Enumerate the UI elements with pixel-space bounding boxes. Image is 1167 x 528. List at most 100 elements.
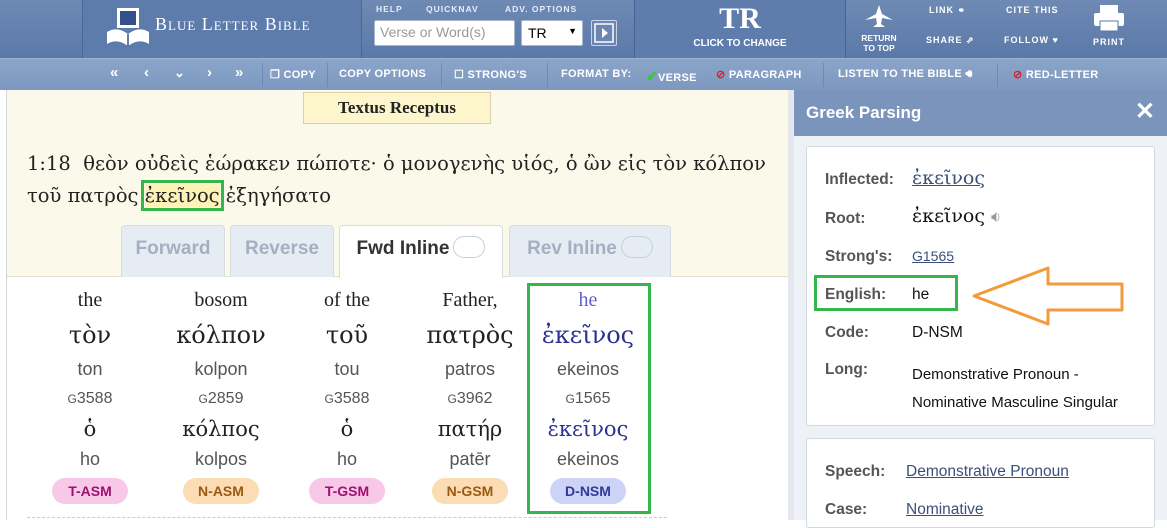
search-input[interactable]: Verse or Word(s) — [374, 20, 515, 46]
go-button[interactable] — [591, 20, 617, 46]
return-label: RETURN — [861, 33, 897, 43]
share-button[interactable]: SHARE ⇗ — [926, 35, 975, 46]
copy-button[interactable]: ❐ COPY — [270, 68, 316, 81]
word-strongs[interactable]: G3962 — [410, 384, 530, 413]
help-link[interactable]: HELP — [376, 4, 403, 14]
parsing-code-badge[interactable]: N-ASM — [183, 478, 259, 504]
listen-label: LISTEN TO THE BIBLE — [838, 68, 963, 80]
change-translation-button[interactable]: TR CLICK TO CHANGE — [634, 0, 846, 58]
link-label: LINK — [929, 5, 954, 15]
tab-reverse[interactable]: Reverse — [230, 225, 334, 277]
strongs-link[interactable]: G1565 — [912, 248, 954, 264]
strongs-value: G1565 — [912, 248, 954, 264]
speech-link[interactable]: Demonstrative Pronoun — [906, 463, 1069, 480]
bible-logo-icon — [107, 8, 149, 46]
word-root[interactable]: ὁ — [287, 413, 407, 445]
to-top-label: TO TOP — [863, 43, 895, 53]
follow-button[interactable]: FOLLOW ♥ — [1004, 35, 1059, 45]
english-highlight-box — [814, 275, 958, 311]
tab-rev-inline-label: Rev Inline — [527, 238, 617, 259]
adv-options-link[interactable]: ADV. OPTIONS — [505, 4, 577, 14]
word-column[interactable]: bosom κόλπον kolpon G2859 κόλπος kolpos N-ASM — [161, 285, 281, 504]
click-to-change-label: CLICK TO CHANGE — [693, 38, 787, 49]
quicknav-link[interactable]: QUICKNAV — [426, 4, 479, 14]
strongs-toggle[interactable]: ☐ STRONG'S — [454, 68, 527, 81]
copy-options-button[interactable]: COPY OPTIONS — [339, 68, 426, 80]
parsing-code-badge[interactable]: N-GSM — [432, 478, 508, 504]
verse-reference[interactable]: 1:18 — [27, 152, 71, 175]
long-value-line-2: Nominative Masculine Singular — [912, 394, 1118, 411]
cite-this-button[interactable]: CITE THIS — [1006, 5, 1059, 15]
word-transliteration: ton — [77, 359, 103, 379]
panel-header: Greek Parsing ✕ — [794, 90, 1167, 136]
word-root-transliteration: ho — [79, 449, 101, 469]
close-icon[interactable]: ✕ — [1135, 100, 1155, 124]
strongs-number: 3588 — [76, 390, 113, 407]
highlighted-word[interactable]: ἐκεῖνος — [140, 180, 224, 211]
format-paragraph-option[interactable]: ⊘ PARAGRAPH — [716, 68, 802, 81]
site-logo[interactable]: Blue Letter Bible — [82, 0, 362, 58]
airplane-up-icon — [865, 5, 893, 27]
checkbox-icon: ☐ — [454, 69, 465, 81]
version-select[interactable]: TR ▼ — [521, 20, 583, 46]
inflected-label: Inflected: — [825, 171, 894, 188]
word-transliteration: patros — [444, 359, 496, 379]
link-icon: ⚭ — [957, 5, 967, 15]
tab-rev-inline[interactable]: Rev Inline — [509, 225, 671, 277]
audio-speaker-icon[interactable]: 🔉︎ — [991, 207, 1001, 226]
verse-area: Textus Receptus 1:18 θεὸν οὐδεὶς ἑώρακεν… — [7, 90, 789, 278]
share-arrow-icon[interactable] — [453, 235, 486, 258]
word-greek[interactable]: τὸν — [30, 315, 150, 355]
inflected-value: ἐκεῖνος — [912, 167, 985, 189]
format-verse-option[interactable]: ✔VERSE — [646, 68, 697, 85]
word-greek[interactable]: κόλπον — [161, 315, 281, 355]
word-column[interactable]: the τὸν ton G3588 ὁ ho T-ASM — [30, 285, 150, 504]
word-strongs[interactable]: G2859 — [161, 384, 281, 413]
strongs-prefix: G — [198, 392, 208, 406]
root-label: Root: — [825, 210, 866, 227]
word-greek[interactable]: τοῦ — [287, 315, 407, 355]
link-button[interactable]: LINK ⚭ — [929, 5, 966, 16]
case-link[interactable]: Nominative — [906, 501, 984, 518]
next-icon[interactable]: › — [207, 64, 212, 81]
parsing-code-badge[interactable]: T-GSM — [309, 478, 385, 504]
word-root-transliteration: patēr — [449, 449, 491, 469]
previous-icon[interactable]: ‹ — [144, 64, 149, 81]
tab-fwd-inline[interactable]: Fwd Inline — [339, 225, 503, 278]
translation-abbrev: TR — [719, 2, 761, 35]
word-strongs[interactable]: G3588 — [287, 384, 407, 413]
first-chapter-icon[interactable]: « — [110, 64, 119, 81]
word-root[interactable]: κόλπος — [161, 413, 281, 445]
tab-forward[interactable]: Forward — [121, 225, 225, 277]
verse-text: 1:18 θεὸν οὐδεὶς ἑώρακεν πώποτε· ὁ μονογ… — [27, 148, 772, 212]
bottom-dotted-divider — [27, 517, 667, 518]
word-english: Father, — [442, 289, 498, 311]
print-button[interactable]: PRINT — [1082, 4, 1136, 47]
no-icon: ⊘ — [1013, 69, 1023, 81]
last-chapter-icon[interactable]: » — [235, 64, 244, 81]
share-icon: ⇗ — [966, 35, 975, 45]
word-english: bosom — [194, 289, 248, 311]
word-column[interactable]: of the τοῦ tou G3588 ὁ ho T-GSM — [287, 285, 407, 504]
translation-tab[interactable]: Textus Receptus — [303, 92, 491, 124]
word-english: of the — [323, 289, 371, 311]
share-arrow-icon[interactable] — [620, 235, 653, 258]
word-column[interactable]: Father, πατρὸς patros G3962 πατήρ patēr N-GSM — [410, 285, 530, 504]
listen-button[interactable]: LISTEN TO THE BIBLE 🔊︎ — [838, 68, 973, 81]
print-label: PRINT — [1093, 37, 1125, 47]
double-chevron-down-icon[interactable]: ⌄ — [174, 65, 185, 81]
format-by-label: FORMAT BY: — [561, 68, 632, 80]
return-to-top-button[interactable]: RETURN TO TOP — [848, 0, 910, 58]
red-letter-toggle[interactable]: ⊘ RED-LETTER — [1013, 68, 1099, 81]
word-greek[interactable]: πατρὸς — [410, 315, 530, 355]
heart-icon: ♥ — [1052, 35, 1059, 45]
share-label: SHARE — [926, 35, 963, 45]
toolbar: « ‹ ⌄ › » ❐ COPY COPY OPTIONS ☐ STRONG'S… — [0, 58, 1167, 90]
no-icon: ⊘ — [716, 69, 726, 81]
parsing-code-badge[interactable]: T-ASM — [52, 478, 128, 504]
word-root[interactable]: ὁ — [30, 413, 150, 445]
word-root[interactable]: πατήρ — [410, 413, 530, 445]
root-text: ἐκεῖνος — [912, 205, 985, 227]
inflected-link[interactable]: ἐκεῖνος — [912, 167, 985, 189]
word-strongs[interactable]: G3588 — [30, 384, 150, 413]
